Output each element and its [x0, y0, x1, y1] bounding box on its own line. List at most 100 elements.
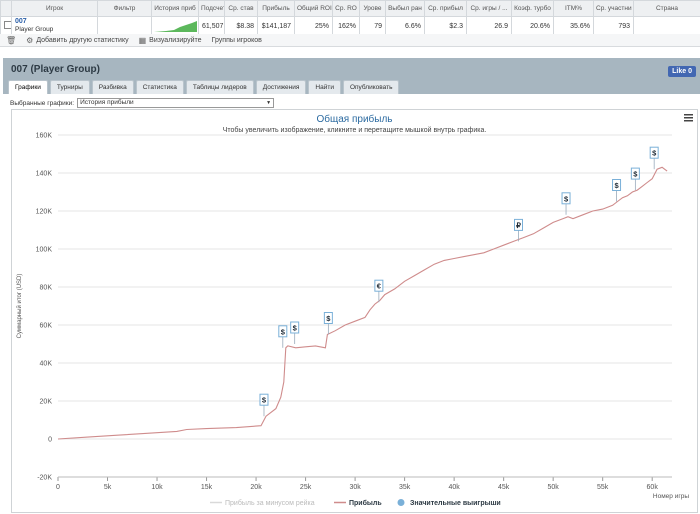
column-header-filter[interactable]: Фильтр — [98, 1, 152, 17]
legend-item-label: Значительные выигрыши — [410, 500, 501, 507]
total-roi-cell: 25% — [295, 17, 333, 36]
column-header-country[interactable]: Страна — [634, 1, 700, 17]
y-tick-label: 80K — [40, 285, 53, 292]
count-cell: 61,507 — [199, 17, 225, 36]
avg-profit-cell: $2.3 — [425, 17, 467, 36]
add-stats-button[interactable]: ⚙ Добавить другую статистику — [26, 36, 128, 45]
profit-history-sparkline — [154, 19, 197, 32]
x-tick-label: 20k — [250, 484, 262, 491]
column-header-avg-roi[interactable]: Ср. RO — [333, 1, 360, 17]
y-tick-label: 160K — [36, 133, 53, 140]
player-groups-button[interactable]: Группы игроков — [212, 37, 262, 44]
tab-content: Выбранные графики: История прибыли ▼ Общ… — [3, 94, 700, 513]
chart-container[interactable]: Общая прибыльЧтобы увеличить изображение… — [11, 109, 698, 513]
avg-stake-cell: $8.38 — [225, 17, 258, 36]
y-tick-label: 140K — [36, 171, 53, 178]
filter-cell[interactable] — [98, 17, 152, 36]
tab-breakdown[interactable]: Разбивка — [92, 80, 134, 94]
chart-selector-value: История прибыли — [80, 99, 134, 106]
row-checkbox[interactable] — [4, 21, 12, 29]
column-header-avg-entrants[interactable]: Ср. участни — [594, 1, 634, 17]
tab-publish[interactable]: Опубликовать — [343, 80, 400, 94]
column-header-count[interactable]: Подсчет — [199, 1, 225, 17]
tab-achievements[interactable]: Достижения — [256, 80, 307, 94]
series-line-profit — [58, 167, 667, 439]
visualize-label: Визуализируйте — [149, 37, 201, 44]
y-tick-label: -20K — [37, 475, 52, 482]
tab-charts[interactable]: Графики — [8, 80, 48, 94]
player-group-label: Player Group — [15, 26, 94, 34]
tab-statistics[interactable]: Статистика — [136, 80, 184, 94]
player-groups-label: Группы игроков — [212, 37, 262, 44]
tab-find[interactable]: Найти — [308, 80, 341, 94]
player-panel: 007 (Player Group) Like 0 Графики Турнир… — [3, 58, 700, 513]
x-tick-label: 5k — [104, 484, 112, 491]
menu-icon — [684, 117, 693, 119]
profit-chart[interactable]: Общая прибыльЧтобы увеличить изображение… — [12, 110, 697, 512]
visualize-button[interactable]: ▦ Визуализируйте — [139, 36, 202, 45]
table-header-row: Игрок Фильтр История приб Подсчет Ср. ст… — [1, 1, 700, 17]
chart-subtitle: Чтобы увеличить изображение, кликните и … — [223, 126, 487, 134]
y-tick-label: 100K — [36, 247, 53, 254]
y-axis-label: Суммарный итог (USD) — [16, 274, 23, 339]
tab-tournaments[interactable]: Турниры — [50, 80, 90, 94]
country-cell — [634, 17, 700, 36]
x-axis-label: Номер игры — [653, 493, 689, 500]
facebook-like-button[interactable]: Like 0 — [668, 66, 696, 77]
column-header-avg-games[interactable]: Ср. игры / ... — [467, 1, 512, 17]
column-header-history[interactable]: История приб — [152, 1, 199, 17]
x-tick-label: 35k — [399, 484, 411, 491]
x-tick-label: 45k — [498, 484, 510, 491]
table-row: 007 Player Group 61,507 $8.38 $141,187 2… — [1, 17, 700, 36]
chart-icon: ▦ — [139, 36, 147, 45]
column-header-level[interactable]: Урове — [360, 1, 386, 17]
x-tick-label: 15k — [201, 484, 213, 491]
x-tick-label: 55k — [597, 484, 609, 491]
column-header-turbo[interactable]: Коэф. турбо — [512, 1, 554, 17]
avg-roi-cell: 162% — [333, 17, 360, 36]
column-header-avg-profit[interactable]: Ср. прибыл — [425, 1, 467, 17]
column-header-itm[interactable]: ITM% — [554, 1, 594, 17]
tab-leaderboards[interactable]: Таблицы лидеров — [186, 80, 254, 94]
chart-title: Общая прибыль — [316, 113, 392, 125]
panel-title: 007 (Player Group) — [11, 64, 100, 75]
trash-icon: 🗑 — [6, 36, 16, 45]
y-tick-label: 120K — [36, 209, 53, 216]
panel-tabs: Графики Турниры Разбивка Статистика Табл… — [8, 80, 399, 94]
turbo-cell: 20.6% — [512, 17, 554, 36]
legend-item-label: Прибыль за минусом рейка — [225, 499, 315, 507]
x-tick-label: 25k — [300, 484, 312, 491]
early-out-cell: 6.6% — [386, 17, 425, 36]
chevron-down-icon: ▼ — [266, 99, 271, 107]
player-name-link[interactable]: 007 — [15, 18, 94, 26]
row-checkbox-cell[interactable] — [1, 17, 12, 36]
column-header-player[interactable]: Игрок — [12, 1, 98, 17]
y-tick-label: 40K — [40, 361, 53, 368]
level-cell: 79 — [360, 17, 386, 36]
menu-icon — [684, 114, 693, 116]
profit-history-cell — [152, 17, 199, 36]
y-tick-label: 20K — [40, 399, 53, 406]
itm-cell: 35.6% — [554, 17, 594, 36]
x-tick-label: 30k — [349, 484, 361, 491]
column-header — [1, 1, 12, 17]
column-header-early-out[interactable]: Выбыл ран — [386, 1, 425, 17]
gear-icon: ⚙ — [26, 36, 33, 45]
add-stats-label: Добавить другую статистику — [36, 37, 128, 44]
column-header-total-roi[interactable]: Общий ROI — [295, 1, 333, 17]
legend-item-label: Прибыль — [349, 499, 382, 507]
profit-cell: $141,187 — [258, 17, 295, 36]
column-header-profit[interactable]: Прибыль — [258, 1, 295, 17]
player-cell[interactable]: 007 Player Group — [12, 17, 98, 36]
x-tick-label: 40k — [448, 484, 460, 491]
column-header-avg-stake[interactable]: Ср. став — [225, 1, 258, 17]
y-tick-label: 60K — [40, 323, 53, 330]
menu-icon — [684, 120, 693, 122]
avg-entrants-cell: 793 — [594, 17, 634, 36]
win-flag-label: ₽ — [516, 221, 521, 230]
x-tick-label: 10k — [151, 484, 163, 491]
trash-button[interactable]: 🗑 — [6, 36, 16, 45]
chart-selector-dropdown[interactable]: История прибыли ▼ — [77, 98, 274, 108]
chart-selector-label: Выбранные графики: — [10, 100, 74, 107]
y-tick-label: 0 — [48, 437, 52, 444]
